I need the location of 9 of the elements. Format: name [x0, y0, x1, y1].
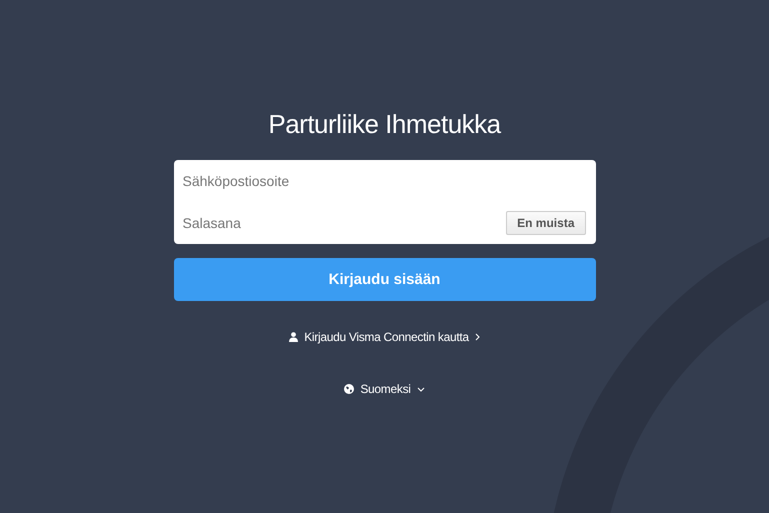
forgot-button[interactable]: En muista — [506, 211, 586, 235]
chevron-right-icon — [474, 333, 480, 341]
user-icon — [289, 332, 298, 342]
chevron-down-icon — [416, 386, 425, 392]
email-field[interactable]: Sähköpostiosoite — [174, 160, 596, 202]
connect-link[interactable]: Kirjaudu Visma Connectin kautta — [289, 330, 480, 344]
app-title: Parturliike Ihmetukka — [268, 108, 501, 141]
globe-icon — [344, 384, 354, 394]
language-selector[interactable]: Suomeksi — [344, 382, 425, 396]
